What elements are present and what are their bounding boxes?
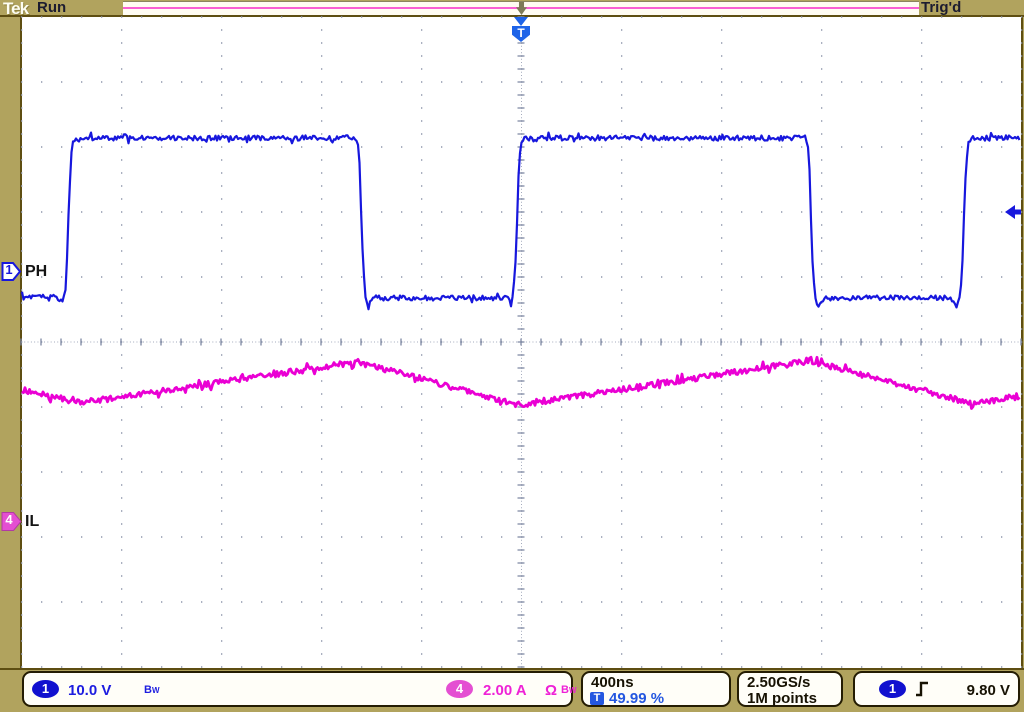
channel-readout-box[interactable]: 1 10.0 V BW 4 2.00 A Ω BW (22, 671, 573, 707)
trigger-position-readout: 49.99 % (609, 690, 664, 707)
ch4-badge: 4 (446, 680, 473, 698)
ch4-impedance-icon: Ω (545, 682, 557, 699)
ch4-position-marker[interactable]: 4 (1, 511, 22, 532)
horizontal-readout-box[interactable]: 400ns T 49.99 % (581, 671, 731, 707)
sample-rate-readout: 2.50GS/s (747, 674, 810, 691)
ch1-waveform-label: PH (25, 262, 47, 282)
record-length-readout: 1M points (747, 690, 817, 707)
trigger-t-label: T (517, 26, 524, 40)
ch1-position-marker[interactable]: 1 (1, 261, 22, 282)
left-border (20, 17, 22, 668)
acquisition-status: Run (37, 0, 66, 15)
trigger-level-readout: 9.80 V (967, 682, 1010, 699)
ch4-bandwidth-icon: BW (561, 684, 577, 696)
acquisition-readout-box[interactable]: 2.50GS/s 1M points (737, 671, 843, 707)
bottom-border (0, 668, 1024, 670)
record-view-strip (123, 1, 919, 15)
trigger-source-badge: 1 (879, 680, 906, 698)
ch1-scale-readout: 10.0 V (68, 682, 111, 699)
timebase-readout: 400ns (591, 674, 634, 691)
ch1-badge: 1 (32, 680, 59, 698)
rising-edge-icon (915, 681, 930, 697)
ch4-marker-number: 4 (1, 512, 17, 527)
graticule-area (22, 17, 1021, 668)
ch4-waveform-label: IL (25, 512, 39, 532)
trigger-position-marker-icon[interactable] (516, 2, 527, 15)
trigger-status: Trig'd (921, 0, 961, 15)
ch4-scale-readout: 2.00 A (483, 682, 527, 699)
right-border (1021, 17, 1023, 668)
trigger-readout-box[interactable]: 1 9.80 V (853, 671, 1020, 707)
trigger-point-arrow-icon (514, 17, 528, 26)
trigger-position-t-icon: T (590, 692, 604, 705)
oscilloscope-bezel: Tek Run Trig'd T 1 PH 4 IL 1 10.0 V BW 4… (0, 0, 1024, 712)
ch1-marker-number: 1 (1, 262, 17, 277)
ch1-bandwidth-icon: BW (144, 684, 160, 696)
